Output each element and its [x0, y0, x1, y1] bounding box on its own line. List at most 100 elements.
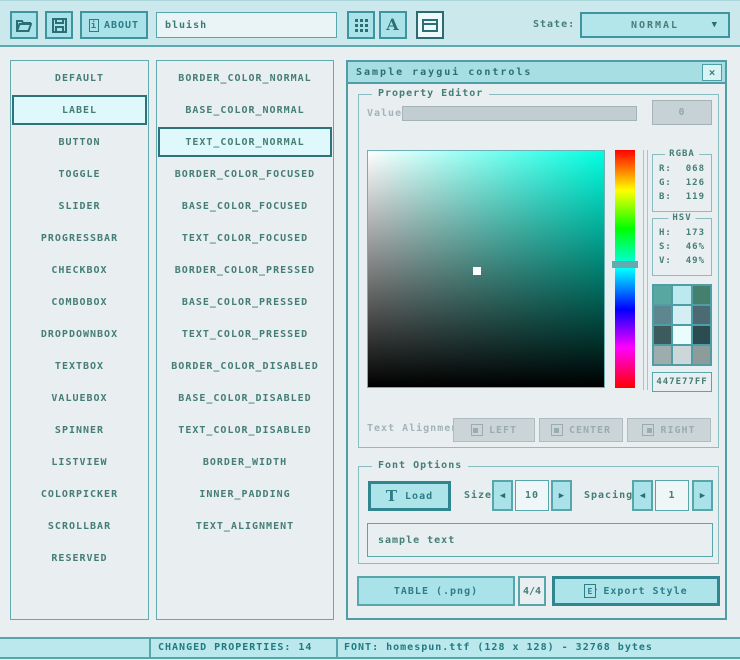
- property-item-border_color_disabled[interactable]: BORDER_COLOR_DISABLED: [158, 351, 332, 381]
- property-item-text_color_disabled[interactable]: TEXT_COLOR_DISABLED: [158, 415, 332, 445]
- hex-value: 447E77FF: [656, 377, 707, 387]
- hue-slider-handle[interactable]: [612, 261, 638, 268]
- palette-swatch-5[interactable]: [693, 306, 710, 324]
- window-titlebar[interactable]: Sample raygui controls ×: [348, 62, 725, 84]
- property-item-base_color_pressed[interactable]: BASE_COLOR_PRESSED: [158, 287, 332, 317]
- property-item-border_color_normal[interactable]: BORDER_COLOR_NORMAL: [158, 63, 332, 93]
- property-item-text_color_pressed[interactable]: TEXT_COLOR_PRESSED: [158, 319, 332, 349]
- status-divider: [149, 639, 151, 657]
- style-name-input[interactable]: [156, 12, 337, 38]
- palette-swatch-6[interactable]: [654, 326, 671, 344]
- sample-text-box[interactable]: sample text: [367, 523, 713, 557]
- rguistyler-app: i ABOUT A State: NORMAL ▼ DEFAULTLABELBU…: [0, 0, 740, 660]
- export-style-button[interactable]: E Export Style: [552, 576, 720, 606]
- font-settings-button[interactable]: A: [379, 11, 407, 39]
- value-button-label: 0: [678, 107, 685, 118]
- color-picker-square[interactable]: [367, 150, 605, 388]
- close-button[interactable]: ×: [702, 64, 722, 81]
- control-item-colorpicker[interactable]: COLORPICKER: [12, 479, 147, 509]
- control-item-default[interactable]: DEFAULT: [12, 63, 147, 93]
- state-dropdown[interactable]: NORMAL ▼: [580, 12, 730, 38]
- control-item-button[interactable]: BUTTON: [12, 127, 147, 157]
- property-item-text_color_focused[interactable]: TEXT_COLOR_FOCUSED: [158, 223, 332, 253]
- palette-swatch-11[interactable]: [693, 346, 710, 364]
- palette-swatch-10[interactable]: [673, 346, 690, 364]
- spacing-value-box[interactable]: 1: [655, 480, 689, 511]
- align-left-icon: [471, 424, 483, 436]
- property-item-inner_padding[interactable]: INNER_PADDING: [158, 479, 332, 509]
- spacing-value: 1: [668, 490, 675, 501]
- changed-properties-status: CHANGED PROPERTIES: 14: [158, 639, 312, 657]
- color-picker-cursor[interactable]: [473, 267, 481, 275]
- font-options-label: Font Options: [372, 460, 468, 471]
- value-slider[interactable]: [402, 106, 637, 121]
- property-item-text_alignment[interactable]: TEXT_ALIGNMENT: [158, 511, 332, 541]
- control-item-spinner[interactable]: SPINNER: [12, 415, 147, 445]
- arrow-left-icon: ◀: [500, 491, 505, 501]
- window-view-button[interactable]: [416, 11, 444, 39]
- state-label: State:: [533, 11, 575, 39]
- window-title: Sample raygui controls: [356, 67, 532, 78]
- save-file-button[interactable]: [45, 11, 73, 39]
- control-item-progressbar[interactable]: PROGRESSBAR: [12, 223, 147, 253]
- size-decrease-button[interactable]: ◀: [492, 480, 513, 511]
- property-item-border_width[interactable]: BORDER_WIDTH: [158, 447, 332, 477]
- font-load-button[interactable]: T Load: [368, 481, 451, 511]
- control-item-slider[interactable]: SLIDER: [12, 191, 147, 221]
- property-item-text_color_normal[interactable]: TEXT_COLOR_NORMAL: [158, 127, 332, 157]
- hue-bar[interactable]: [615, 150, 635, 388]
- align-center-toggle[interactable]: CENTER: [539, 418, 623, 442]
- info-icon: i: [89, 19, 99, 32]
- control-item-valuebox[interactable]: VALUEBOX: [12, 383, 147, 413]
- rgba-group: RGBA R:068 G:126 B:119: [652, 154, 712, 212]
- about-button-label: ABOUT: [104, 20, 139, 31]
- property-item-base_color_disabled[interactable]: BASE_COLOR_DISABLED: [158, 383, 332, 413]
- property-item-base_color_normal[interactable]: BASE_COLOR_NORMAL: [158, 95, 332, 125]
- align-center-icon: [551, 424, 563, 436]
- format-pages-value: 4/4: [523, 586, 541, 597]
- align-right-icon: [642, 424, 654, 436]
- property-item-border_color_pressed[interactable]: BORDER_COLOR_PRESSED: [158, 255, 332, 285]
- hex-value-box[interactable]: 447E77FF: [652, 372, 712, 392]
- control-item-textbox[interactable]: TEXTBOX: [12, 351, 147, 381]
- palette-swatch-1[interactable]: [673, 286, 690, 304]
- export-format-button[interactable]: TABLE (.png): [357, 576, 515, 606]
- align-left-toggle[interactable]: LEFT: [453, 418, 535, 442]
- rgba-b-row: B:119: [653, 190, 711, 204]
- style-table-view-button[interactable]: [347, 11, 375, 39]
- about-button[interactable]: i ABOUT: [80, 11, 148, 39]
- palette-swatch-2[interactable]: [693, 286, 710, 304]
- spacing-increase-button[interactable]: ▶: [692, 480, 713, 511]
- arrow-right-icon: ▶: [559, 491, 564, 501]
- control-item-dropdownbox[interactable]: DROPDOWNBOX: [12, 319, 147, 349]
- control-item-scrollbar[interactable]: SCROLLBAR: [12, 511, 147, 541]
- palette-swatch-0[interactable]: [654, 286, 671, 304]
- control-item-label[interactable]: LABEL: [12, 95, 147, 125]
- size-increase-button[interactable]: ▶: [551, 480, 572, 511]
- divider-line: [647, 150, 648, 390]
- rgba-label: RGBA: [665, 149, 699, 159]
- text-T-icon: T: [386, 489, 398, 504]
- control-item-checkbox[interactable]: CHECKBOX: [12, 255, 147, 285]
- value-button[interactable]: 0: [652, 100, 712, 125]
- palette-swatch-9[interactable]: [654, 346, 671, 364]
- palette-swatch-8[interactable]: [693, 326, 710, 344]
- rgba-g-row: G:126: [653, 176, 711, 190]
- open-file-button[interactable]: [10, 11, 38, 39]
- palette-swatch-4[interactable]: [673, 306, 690, 324]
- sample-controls-window: Sample raygui controls × Property Editor…: [346, 60, 727, 620]
- grid-icon: [355, 19, 358, 22]
- control-item-toggle[interactable]: TOGGLE: [12, 159, 147, 189]
- palette-swatch-7[interactable]: [673, 326, 690, 344]
- control-item-reserved[interactable]: RESERVED: [12, 543, 147, 573]
- size-value-box[interactable]: 10: [515, 480, 549, 511]
- control-item-combobox[interactable]: COMBOBOX: [12, 287, 147, 317]
- spacing-decrease-button[interactable]: ◀: [632, 480, 653, 511]
- palette-swatch-3[interactable]: [654, 306, 671, 324]
- format-pages-box[interactable]: 4/4: [518, 576, 546, 606]
- align-center-label: CENTER: [569, 425, 611, 436]
- property-item-border_color_focused[interactable]: BORDER_COLOR_FOCUSED: [158, 159, 332, 189]
- control-item-listview[interactable]: LISTVIEW: [12, 447, 147, 477]
- property-item-base_color_focused[interactable]: BASE_COLOR_FOCUSED: [158, 191, 332, 221]
- align-right-toggle[interactable]: RIGHT: [627, 418, 711, 442]
